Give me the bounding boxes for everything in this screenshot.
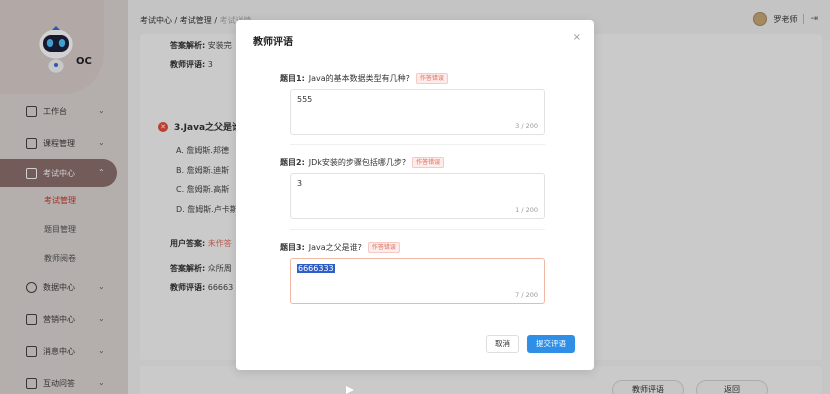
dialog-title: 教师评语: [253, 37, 293, 48]
wrong-answer-badge: 作答错误: [412, 157, 445, 168]
submit-comment-button[interactable]: 提交评语: [527, 335, 575, 353]
question-text: Java的基本数据类型有几种?: [308, 74, 410, 83]
wrong-answer-badge: 作答错误: [415, 73, 448, 84]
comment-value: 3: [297, 179, 303, 188]
divider: [290, 144, 545, 145]
divider: [290, 229, 545, 230]
wrong-answer-badge: 作答错误: [367, 242, 400, 253]
comment-value: 555: [297, 95, 313, 104]
question-text: Java之父是谁?: [308, 243, 362, 252]
mouse-cursor-icon: [346, 386, 354, 394]
question-3-row: 题目3: Java之父是谁? 作答错误: [280, 242, 400, 253]
question-2-row: 题目2: JDk安装的步骤包括哪几步? 作答错误: [280, 157, 445, 168]
comment-input-1[interactable]: 555 3 / 200: [290, 89, 545, 135]
char-count: 7 / 200: [515, 291, 538, 299]
selected-text: 6666333: [297, 264, 335, 273]
close-icon[interactable]: ×: [573, 32, 581, 43]
question-label: 题目3:: [280, 243, 305, 252]
teacher-comment-dialog: 教师评语 × 题目1: Java的基本数据类型有几种? 作答错误 555 3 /…: [236, 20, 594, 370]
comment-input-2[interactable]: 3 1 / 200: [290, 173, 545, 219]
question-text: JDk安装的步骤包括哪几步?: [308, 158, 407, 167]
cancel-button[interactable]: 取消: [486, 335, 519, 353]
comment-input-3[interactable]: 6666333 7 / 200: [290, 258, 545, 304]
char-count: 1 / 200: [515, 206, 538, 214]
question-label: 题目2:: [280, 158, 305, 167]
question-1-row: 题目1: Java的基本数据类型有几种? 作答错误: [280, 73, 448, 84]
question-label: 题目1:: [280, 74, 305, 83]
comment-value: 6666333: [297, 264, 335, 273]
char-count: 3 / 200: [515, 122, 538, 130]
